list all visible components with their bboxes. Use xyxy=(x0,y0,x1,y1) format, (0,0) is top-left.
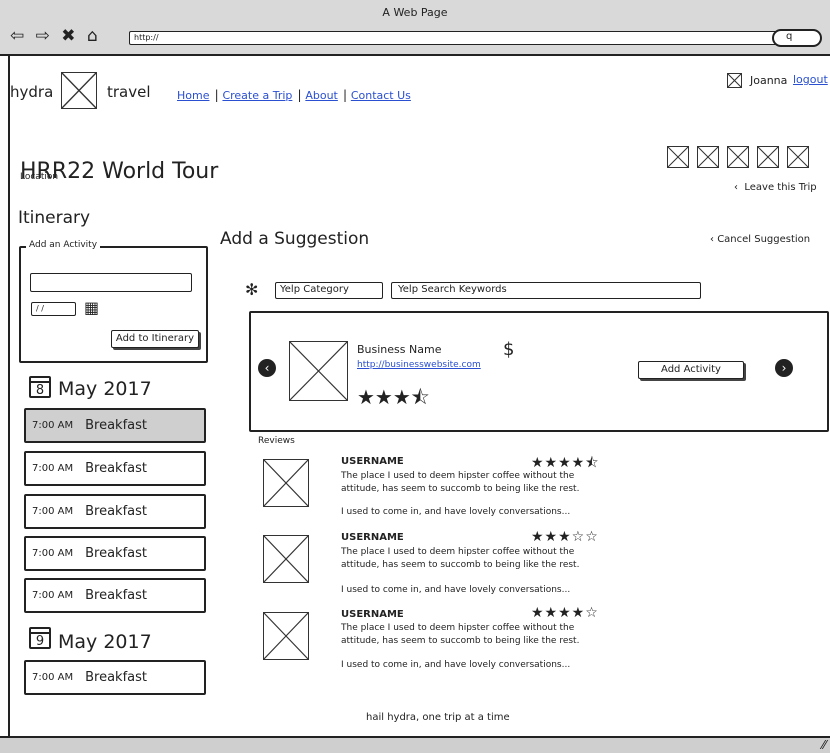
yelp-keywords-input[interactable]: Yelp Search Keywords xyxy=(391,282,701,299)
add-activity-legend: Add an Activity xyxy=(26,240,101,250)
review-text-line: I used to come in, and have lovely conve… xyxy=(341,585,571,595)
review-text-line: The place I used to deem hipster coffee … xyxy=(341,471,575,481)
prev-arrow-icon[interactable]: ‹ xyxy=(258,359,276,377)
trip-location: Location xyxy=(20,172,59,182)
nav-home[interactable]: Home xyxy=(177,89,209,102)
agenda-item[interactable]: 7:00 AM Breakfast xyxy=(24,536,206,571)
browser-nav-icons[interactable]: ⇦ ⇨ ✖ ⌂ xyxy=(10,26,101,46)
nav-about[interactable]: About xyxy=(305,89,338,102)
user-name: Joanna xyxy=(750,74,788,87)
review-text-line: I used to come in, and have lovely conve… xyxy=(341,660,571,670)
review-username: USERNAME xyxy=(341,456,404,467)
reviews-label: Reviews xyxy=(258,436,295,446)
window-title: A Web Page xyxy=(382,6,448,19)
review-text-line: attitude, has seem to succomb to being l… xyxy=(341,636,580,646)
business-url[interactable]: http://businesswebsite.com xyxy=(357,360,481,370)
review-text-line: The place I used to deem hipster coffee … xyxy=(341,547,575,557)
brand-left: hydra xyxy=(10,83,54,101)
chevron-left-icon: ‹ xyxy=(734,182,745,193)
review-text-line: The place I used to deem hipster coffee … xyxy=(341,623,575,633)
itinerary-title: Itinerary xyxy=(18,208,91,228)
brand-right: travel xyxy=(107,83,151,101)
member-avatar xyxy=(667,146,689,168)
reviewer-avatar xyxy=(263,612,309,660)
nav-contact[interactable]: Contact Us xyxy=(351,89,411,102)
cancel-suggestion-link[interactable]: ‹ Cancel Suggestion xyxy=(710,234,810,245)
search-icon: q xyxy=(786,31,793,42)
yelp-category-select[interactable]: Yelp Category xyxy=(275,282,383,299)
agenda-item[interactable]: 7:00 AM Breakfast xyxy=(24,494,206,529)
agenda-item[interactable]: 7:00 AM Breakfast xyxy=(24,451,206,486)
agenda-item[interactable]: 7:00 AM Breakfast xyxy=(24,408,206,443)
review-username: USERNAME xyxy=(341,532,404,543)
suggestion-title: Add a Suggestion xyxy=(220,229,370,249)
agenda-item[interactable]: 7:00 AM Breakfast xyxy=(24,578,206,613)
main-nav: Home | Create a Trip | About | Contact U… xyxy=(177,88,411,102)
resize-grip-icon[interactable]: ⁄⁄ xyxy=(822,738,826,752)
calendar-icon: 9 xyxy=(29,627,51,649)
reviewer-avatar xyxy=(263,459,309,507)
activity-date-input[interactable]: / / xyxy=(31,302,76,316)
review-username: USERNAME xyxy=(341,609,404,620)
member-avatar xyxy=(727,146,749,168)
user-avatar xyxy=(727,73,742,88)
review-rating: ★★★★☆ xyxy=(531,605,599,621)
calendar-icon: 8 xyxy=(29,376,51,398)
url-bar[interactable]: http:// xyxy=(129,31,797,45)
business-image xyxy=(289,341,348,401)
member-avatar xyxy=(757,146,779,168)
calendar-picker-icon[interactable]: ▦ xyxy=(84,298,99,317)
business-rating: ★★★⯪ xyxy=(357,385,430,409)
agenda-item[interactable]: 7:00 AM Breakfast xyxy=(24,660,206,695)
add-to-itinerary-button[interactable]: Add to Itinerary xyxy=(111,330,199,348)
footer-tagline: hail hydra, one trip at a time xyxy=(366,712,510,723)
leave-trip-link[interactable]: ‹ Leave this Trip xyxy=(734,182,817,193)
member-avatar xyxy=(697,146,719,168)
nav-create-trip[interactable]: Create a Trip xyxy=(222,89,292,102)
price-indicator: $ xyxy=(503,339,515,360)
reviewer-avatar xyxy=(263,535,309,583)
logo-image xyxy=(61,72,97,109)
add-activity-button[interactable]: Add Activity xyxy=(638,361,744,379)
status-bar xyxy=(0,736,830,753)
activity-name-input[interactable] xyxy=(30,273,192,292)
business-name: Business Name xyxy=(357,343,442,356)
logout-link[interactable]: logout xyxy=(793,73,828,86)
review-text-line: attitude, has seem to succomb to being l… xyxy=(341,560,580,570)
member-avatar xyxy=(787,146,809,168)
next-arrow-icon[interactable]: › xyxy=(775,359,793,377)
review-rating: ★★★☆☆ xyxy=(531,529,599,545)
review-text-line: I used to come in, and have lovely conve… xyxy=(341,507,571,517)
review-text-line: attitude, has seem to succomb to being l… xyxy=(341,484,580,494)
day-heading: May 2017 xyxy=(58,631,152,653)
day-heading: May 2017 xyxy=(58,378,152,400)
browser-search-button[interactable]: q xyxy=(772,29,822,47)
yelp-icon: ✻ xyxy=(245,280,259,299)
